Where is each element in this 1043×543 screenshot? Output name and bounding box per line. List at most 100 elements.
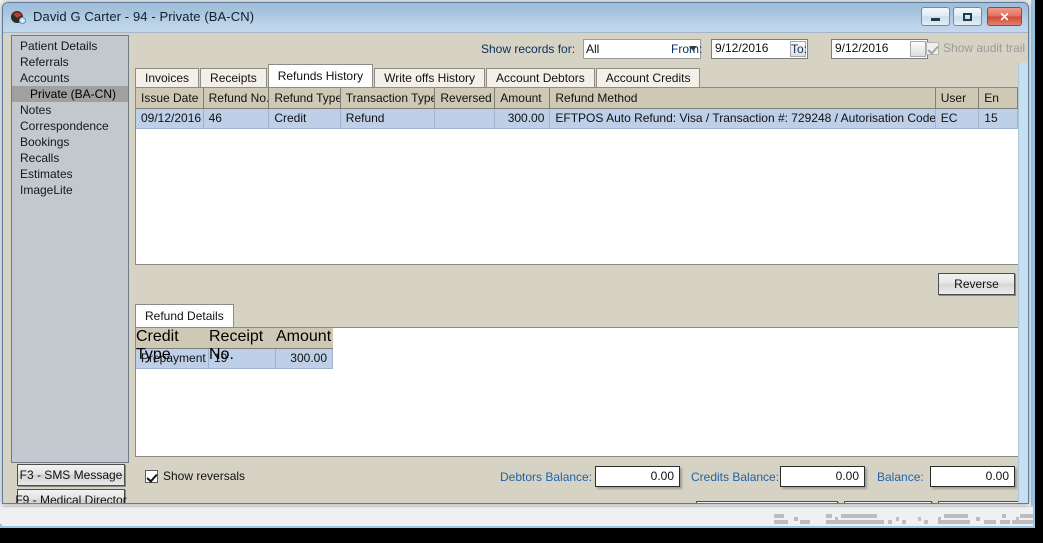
cell-amount: 300.00 bbox=[276, 349, 333, 368]
patient-account-window: David G Carter - 94 - Private (BA-CN) ✕ … bbox=[2, 2, 1029, 504]
window-titlebar: David G Carter - 94 - Private (BA-CN) ✕ bbox=[3, 3, 1028, 33]
window-title: David G Carter - 94 - Private (BA-CN) bbox=[33, 9, 254, 24]
sidebar-item-correspondence[interactable]: Correspondence bbox=[12, 118, 128, 134]
medical-director-button[interactable]: F9 - Medical Director bbox=[17, 489, 125, 504]
tab-refund-details[interactable]: Refund Details bbox=[135, 304, 234, 327]
reverse-action-strip: Reverse bbox=[135, 267, 1019, 301]
column-header-user[interactable]: User bbox=[936, 88, 980, 108]
tab-invoices[interactable]: Invoices bbox=[135, 68, 199, 87]
cell-user: EC bbox=[936, 109, 980, 128]
column-header-transaction-type[interactable]: Transaction Type bbox=[341, 88, 436, 108]
column-header-reversed[interactable]: Reversed bbox=[435, 88, 495, 108]
tab-account-debtors[interactable]: Account Debtors bbox=[486, 68, 595, 87]
credits-balance-label: Credits Balance: bbox=[691, 470, 779, 484]
to-date-picker-icon[interactable] bbox=[910, 41, 926, 57]
close-window-button[interactable]: ✕ bbox=[987, 7, 1022, 26]
window-client-area: Patient Details Referrals Accounts Priva… bbox=[3, 33, 1028, 504]
tab-label: Receipts bbox=[210, 71, 257, 85]
desktop-backdrop: David G Carter - 94 - Private (BA-CN) ✕ … bbox=[0, 0, 1043, 543]
sidebar-item-estimates[interactable]: Estimates bbox=[12, 166, 128, 182]
debtors-balance-label: Debtors Balance: bbox=[500, 470, 592, 484]
column-header-refund-method[interactable]: Refund Method bbox=[550, 88, 935, 108]
from-label: From: bbox=[671, 42, 702, 56]
app-icon bbox=[10, 9, 27, 26]
maximize-icon bbox=[954, 8, 981, 25]
column-header-refund-type[interactable]: Refund Type bbox=[269, 88, 340, 108]
refunds-history-grid: Issue Date Refund No. Refund Type Transa… bbox=[135, 87, 1019, 265]
tab-label: Account Credits bbox=[606, 71, 691, 85]
sidebar-item-recalls[interactable]: Recalls bbox=[12, 150, 128, 166]
cell-refund-method: EFTPOS Auto Refund: Visa / Transaction #… bbox=[550, 109, 935, 128]
checkbox-checked-icon bbox=[145, 470, 158, 483]
column-header-receipt-no[interactable]: Receipt No. bbox=[209, 328, 276, 348]
sidebar-item-imagelite[interactable]: ImageLite bbox=[12, 182, 128, 198]
account-transaction-listing-button[interactable]: Account Transaction Listing bbox=[696, 501, 838, 504]
refund-details-tabs: Refund Details bbox=[135, 305, 235, 327]
main-content-panel: Show records for: All From: 9/12/2016 To… bbox=[133, 33, 1022, 504]
tab-account-credits[interactable]: Account Credits bbox=[596, 68, 701, 87]
sidebar-item-label: Accounts bbox=[20, 71, 69, 85]
sidebar-item-notes[interactable]: Notes bbox=[12, 102, 128, 118]
tab-write-offs-history[interactable]: Write offs History bbox=[374, 68, 485, 87]
tab-label: Refunds History bbox=[278, 69, 363, 83]
from-date-value: 9/12/2016 bbox=[715, 41, 768, 55]
sidebar-item-referrals[interactable]: Referrals bbox=[12, 54, 128, 70]
cell-reversed bbox=[435, 109, 495, 128]
debtors-balance-value: 0.00 bbox=[595, 466, 680, 487]
grid-header-row: Issue Date Refund No. Refund Type Transa… bbox=[136, 88, 1018, 109]
maximize-button[interactable] bbox=[953, 7, 982, 26]
status-bar bbox=[2, 506, 1033, 526]
balance-bar: Show reversals Debtors Balance: 0.00 Cre… bbox=[135, 463, 1019, 489]
sms-message-button[interactable]: F3 - SMS Message bbox=[17, 464, 125, 486]
filter-toolbar: Show records for: All From: 9/12/2016 To… bbox=[133, 33, 1022, 65]
minimize-icon bbox=[922, 8, 949, 25]
sidebar-navigation: Patient Details Referrals Accounts Priva… bbox=[11, 35, 129, 463]
reverse-button[interactable]: Reverse bbox=[938, 273, 1015, 295]
sidebar-item-label: Notes bbox=[20, 103, 51, 117]
window-right-edge bbox=[1018, 63, 1028, 504]
account-tabs: Invoices Receipts Refunds History Write … bbox=[135, 65, 701, 87]
balance-value: 0.00 bbox=[930, 466, 1015, 487]
sidebar-item-label: Patient Details bbox=[20, 39, 97, 53]
column-header-entered[interactable]: En bbox=[979, 88, 1018, 108]
column-header-issue-date[interactable]: Issue Date bbox=[136, 88, 204, 108]
sidebar-item-label: Referrals bbox=[20, 55, 69, 69]
cell-transaction-type: Refund bbox=[341, 109, 436, 128]
show-records-value: All bbox=[586, 42, 599, 56]
sidebar-item-label: Bookings bbox=[20, 135, 69, 149]
to-label: To: bbox=[791, 42, 807, 56]
show-reversals-label: Show reversals bbox=[163, 469, 245, 483]
to-date-value: 9/12/2016 bbox=[835, 41, 888, 55]
minimize-button[interactable] bbox=[921, 7, 950, 26]
checkbox-checked-icon bbox=[926, 42, 939, 55]
column-header-amount[interactable]: Amount bbox=[276, 328, 333, 348]
column-header-credit-type[interactable]: Credit Type bbox=[136, 328, 209, 348]
close-button[interactable]: Close bbox=[938, 501, 1022, 504]
table-row[interactable]: 09/12/2016 46 Credit Refund 300.00 EFTPO… bbox=[136, 109, 1018, 129]
to-date-input[interactable]: 9/12/2016 bbox=[831, 39, 928, 59]
cell-credit-type: Prepayment bbox=[136, 349, 209, 368]
tab-label: Account Debtors bbox=[496, 71, 585, 85]
cell-refund-type: Credit bbox=[269, 109, 340, 128]
grid-header-row: Credit Type Receipt No. Amount bbox=[136, 328, 333, 349]
sidebar-item-private-ba-cn[interactable]: Private (BA-CN) bbox=[12, 86, 128, 102]
sidebar-item-bookings[interactable]: Bookings bbox=[12, 134, 128, 150]
sidebar-item-patient-details[interactable]: Patient Details bbox=[12, 38, 128, 54]
show-reversals-checkbox[interactable]: Show reversals bbox=[145, 469, 245, 483]
show-audit-trail-checkbox[interactable]: Show audit trail bbox=[926, 41, 1025, 55]
tab-label: Write offs History bbox=[384, 71, 475, 85]
sidebar-item-label: Recalls bbox=[20, 151, 59, 165]
sidebar-item-label: Correspondence bbox=[20, 119, 109, 133]
tab-label: Refund Details bbox=[145, 309, 224, 323]
column-header-refund-no[interactable]: Refund No. bbox=[204, 88, 270, 108]
account-details-button[interactable]: Account Details bbox=[844, 501, 932, 504]
sidebar-item-accounts[interactable]: Accounts bbox=[12, 70, 128, 86]
show-records-label: Show records for: bbox=[481, 42, 575, 56]
tab-receipts[interactable]: Receipts bbox=[200, 68, 267, 87]
column-header-amount[interactable]: Amount bbox=[495, 88, 550, 108]
close-icon: ✕ bbox=[988, 8, 1021, 25]
tab-label: Invoices bbox=[145, 71, 189, 85]
sidebar-item-label: Private (BA-CN) bbox=[30, 87, 116, 101]
tab-refunds-history[interactable]: Refunds History bbox=[268, 64, 373, 87]
table-row[interactable]: Prepayment 19 300.00 bbox=[136, 349, 333, 369]
